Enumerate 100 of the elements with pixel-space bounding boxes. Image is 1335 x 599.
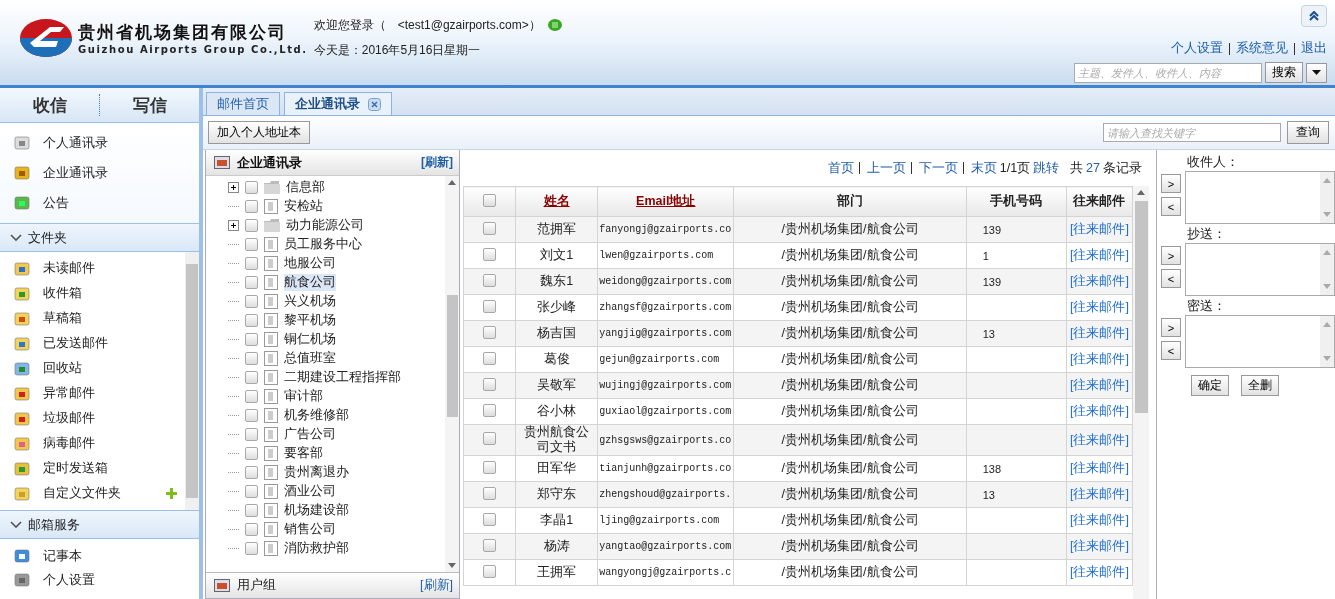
query-button[interactable]: 查询 [1287, 121, 1329, 144]
checkbox[interactable] [483, 351, 497, 365]
mail-history-link[interactable]: [往来邮件] [1066, 481, 1133, 508]
mail-history-link[interactable]: [往来邮件] [1066, 507, 1133, 534]
checkbox[interactable] [483, 273, 497, 287]
checkbox[interactable] [483, 432, 497, 445]
tree-item[interactable]: 动力能源公司 [228, 216, 445, 235]
tree-item[interactable]: 地服公司 [228, 254, 445, 273]
checkbox[interactable] [483, 564, 497, 578]
checkbox[interactable] [245, 390, 258, 403]
tree-item[interactable]: 机务维修部 [228, 406, 445, 425]
checkbox[interactable] [245, 333, 258, 346]
search-field[interactable]: 主题、发件人、收件人、内容 [1074, 62, 1262, 83]
dropdown-button[interactable] [1306, 62, 1327, 83]
confirm-button[interactable]: 确定 [1191, 375, 1229, 396]
tree-item[interactable]: 员工服务中心 [228, 235, 445, 254]
add-recipient-button[interactable]: > [1161, 318, 1181, 337]
tree-item[interactable]: 二期建设工程指挥部 [228, 368, 445, 387]
scrollbar[interactable] [1133, 186, 1149, 599]
checkbox[interactable] [245, 485, 258, 498]
checkbox[interactable] [245, 504, 258, 517]
checkbox[interactable] [245, 371, 258, 384]
mail-history-link[interactable]: [往来邮件] [1066, 320, 1133, 347]
checkbox[interactable] [245, 428, 258, 441]
tree-item[interactable]: 酒业公司 [228, 482, 445, 501]
remove-recipient-button[interactable]: < [1161, 341, 1181, 360]
scroll-up-arrow-icon[interactable] [1137, 190, 1145, 195]
compose-tab[interactable]: 写信 [100, 93, 199, 117]
scroll-down-arrow-icon[interactable] [448, 563, 456, 568]
mail-history-link[interactable]: [往来邮件] [1066, 268, 1133, 295]
expand-icon[interactable] [228, 182, 239, 193]
clear-all-button[interactable]: 全删 [1241, 375, 1279, 396]
sidebar-item[interactable]: 垃圾邮件 [0, 406, 185, 431]
checkbox[interactable] [245, 542, 258, 555]
collapse-button[interactable] [1301, 5, 1327, 27]
add-recipient-button[interactable]: > [1161, 246, 1181, 265]
checkbox[interactable] [245, 219, 258, 232]
header-link[interactable]: 系统意见 [1236, 40, 1288, 57]
checkbox[interactable] [483, 460, 497, 474]
pager-link[interactable]: 上一页 [866, 159, 906, 177]
checkbox[interactable] [245, 200, 258, 213]
checkbox[interactable] [245, 238, 258, 251]
tree-item[interactable]: 机场建设部 [228, 501, 445, 520]
tree-item[interactable]: 贵州离退办 [228, 463, 445, 482]
scroll-up-arrow-icon[interactable] [448, 180, 456, 185]
mail-history-link[interactable]: [往来邮件] [1066, 372, 1133, 399]
checkbox[interactable] [245, 409, 258, 422]
remove-recipient-button[interactable]: < [1161, 197, 1181, 216]
close-icon[interactable] [368, 97, 381, 111]
tab[interactable]: 企业通讯录 [284, 92, 392, 115]
sidebar-item[interactable]: 企业通讯录 [0, 158, 199, 188]
checkbox[interactable] [483, 247, 497, 261]
sidebar-item[interactable]: 记事本 [0, 544, 199, 568]
remove-recipient-button[interactable]: < [1161, 269, 1181, 288]
search-field[interactable]: 请输入查找关键字 [1103, 123, 1281, 142]
total-count[interactable]: 27 [1086, 161, 1100, 175]
add-recipient-button[interactable]: > [1161, 174, 1181, 193]
section-header[interactable]: 文件夹 [0, 223, 199, 252]
mail-history-link[interactable]: [往来邮件] [1066, 559, 1133, 586]
pager-link[interactable]: 末页 [970, 159, 997, 177]
checkbox[interactable] [483, 325, 497, 339]
jump-link[interactable]: 跳转 [1033, 159, 1060, 177]
sidebar-item[interactable]: 未读邮件 [0, 256, 185, 281]
checkbox[interactable] [483, 486, 497, 500]
sidebar-item[interactable]: 收件箱 [0, 281, 185, 306]
checkbox[interactable] [483, 538, 497, 552]
checkbox[interactable] [245, 447, 258, 460]
inbox-tab[interactable]: 收信 [0, 93, 99, 117]
add-icon[interactable] [166, 488, 177, 499]
sidebar-item[interactable]: 异常邮件 [0, 381, 185, 406]
mail-history-link[interactable]: [往来邮件] [1066, 455, 1133, 482]
expand-icon[interactable] [228, 220, 239, 231]
mail-history-link[interactable]: [往来邮件] [1066, 346, 1133, 373]
tree-item[interactable]: 审计部 [228, 387, 445, 406]
pager-link[interactable]: 下一页 [918, 159, 958, 177]
scrollbar[interactable] [185, 252, 199, 510]
tree-item[interactable]: 消防救护部 [228, 539, 445, 558]
sidebar-item[interactable]: 公告 [0, 188, 199, 218]
scrollbar-thumb[interactable] [446, 295, 458, 417]
checkbox[interactable] [483, 221, 497, 235]
checkbox[interactable] [245, 523, 258, 536]
refresh-link[interactable]: [刷新] [421, 154, 453, 171]
header-link[interactable]: 个人设置 [1171, 40, 1223, 57]
checkbox[interactable] [245, 276, 258, 289]
scrollbar[interactable] [445, 176, 459, 572]
mail-history-link[interactable]: [往来邮件] [1066, 294, 1133, 321]
section-header[interactable]: 邮箱服务 [0, 510, 199, 539]
tree-item[interactable]: 安检站 [228, 197, 445, 216]
tree-item[interactable]: 黎平机场 [228, 311, 445, 330]
scrollbar-thumb[interactable] [1134, 201, 1148, 413]
refresh-link[interactable]: [刷新] [420, 577, 453, 594]
checkbox[interactable] [245, 295, 258, 308]
sidebar-item[interactable]: 已发送邮件 [0, 331, 185, 356]
select-all-checkbox[interactable] [483, 193, 497, 207]
sidebar-item[interactable]: 病毒邮件 [0, 431, 185, 456]
header-link[interactable]: 退出 [1301, 40, 1327, 57]
checkbox[interactable] [245, 466, 258, 479]
pager-link[interactable]: 首页 [827, 159, 854, 177]
checkbox[interactable] [245, 257, 258, 270]
sidebar-item[interactable]: 个人设置 [0, 568, 199, 592]
